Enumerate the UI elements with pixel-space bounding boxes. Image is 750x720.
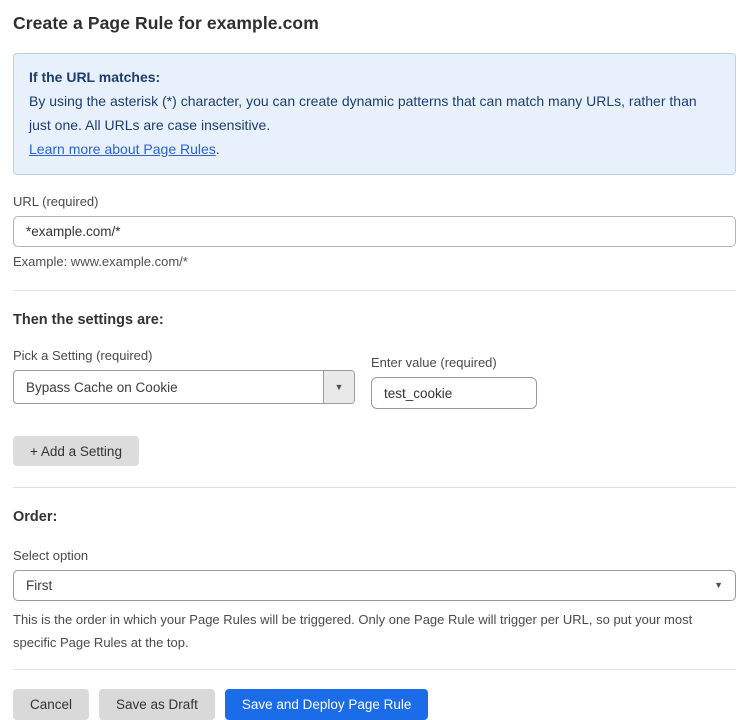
info-box-body: By using the asterisk (*) character, you… xyxy=(29,89,720,137)
learn-more-link[interactable]: Learn more about Page Rules xyxy=(29,141,216,157)
divider xyxy=(13,669,736,670)
order-select-label: Select option xyxy=(13,548,736,563)
footer-button-row: Cancel Save as Draft Save and Deploy Pag… xyxy=(13,689,736,720)
setting-value-input[interactable] xyxy=(371,377,537,409)
setting-select-value: Bypass Cache on Cookie xyxy=(14,380,323,395)
save-and-deploy-button[interactable]: Save and Deploy Page Rule xyxy=(225,689,429,720)
chevron-down-icon: ▼ xyxy=(714,581,735,590)
link-suffix: . xyxy=(216,141,220,157)
url-matches-info-box: If the URL matches: By using the asteris… xyxy=(13,53,736,175)
enter-value-column: Enter value (required) xyxy=(371,348,537,409)
settings-section-heading: Then the settings are: xyxy=(13,312,736,328)
chevron-down-icon: ▼ xyxy=(323,371,354,403)
settings-row: Pick a Setting (required) Bypass Cache o… xyxy=(13,348,736,409)
add-setting-button[interactable]: + Add a Setting xyxy=(13,436,139,466)
setting-select[interactable]: Bypass Cache on Cookie ▼ xyxy=(13,370,355,404)
order-select[interactable]: First ▼ xyxy=(13,570,736,601)
info-box-heading: If the URL matches: xyxy=(29,65,720,89)
url-input[interactable] xyxy=(13,216,736,247)
order-section-heading: Order: xyxy=(13,509,736,525)
url-example-text: Example: www.example.com/* xyxy=(13,254,736,269)
create-page-rule-panel: Create a Page Rule for example.com If th… xyxy=(0,0,750,720)
url-field-label: URL (required) xyxy=(13,194,736,209)
info-box-link-line: Learn more about Page Rules. xyxy=(29,137,720,161)
divider xyxy=(13,290,736,291)
order-select-value: First xyxy=(14,578,714,593)
pick-setting-label: Pick a Setting (required) xyxy=(13,348,355,363)
page-title: Create a Page Rule for example.com xyxy=(13,13,736,34)
cancel-button[interactable]: Cancel xyxy=(13,689,89,720)
save-as-draft-button[interactable]: Save as Draft xyxy=(99,689,215,720)
divider xyxy=(13,487,736,488)
order-help-text: This is the order in which your Page Rul… xyxy=(13,608,733,654)
enter-value-label: Enter value (required) xyxy=(371,355,537,370)
pick-setting-column: Pick a Setting (required) Bypass Cache o… xyxy=(13,348,355,404)
